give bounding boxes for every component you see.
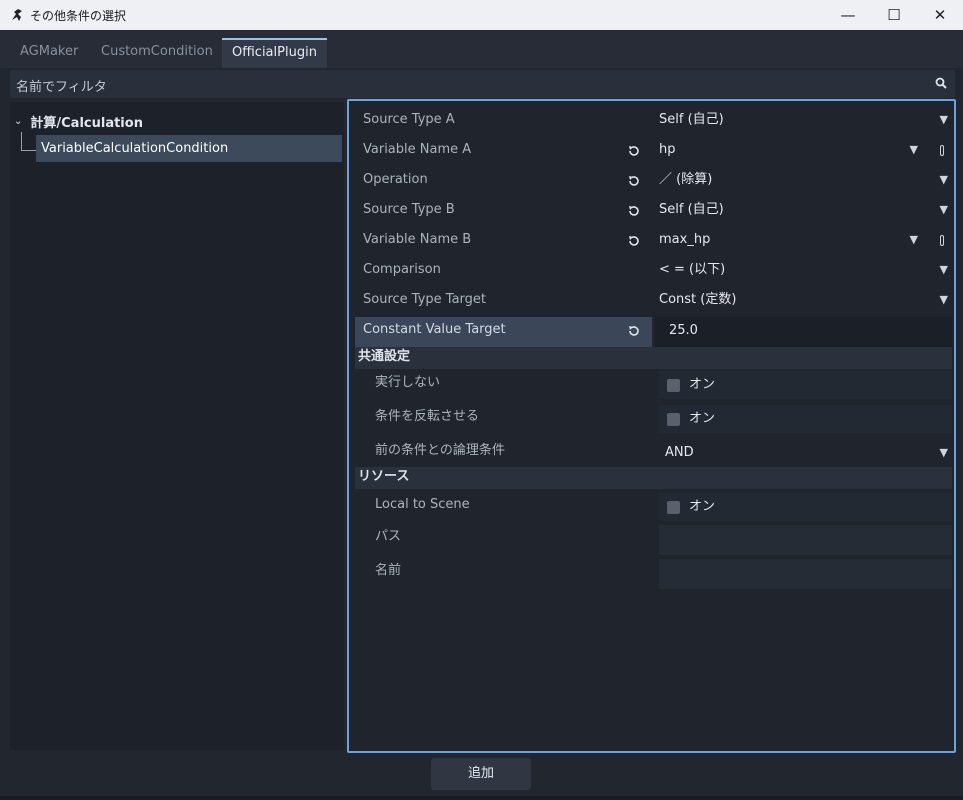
search-icon[interactable]	[935, 77, 947, 89]
close-button[interactable]: ✕	[917, 0, 963, 30]
filter-placeholder: 名前でフィルタ	[16, 80, 107, 95]
source-type-a-select[interactable]: Self (自己) ▼	[655, 107, 952, 137]
add-button[interactable]: 追加	[431, 758, 531, 790]
chevron-down-icon: ▼	[909, 233, 918, 246]
status-bar	[0, 796, 963, 800]
operation-select[interactable]: ／ (除算) ▼	[655, 167, 952, 197]
section-resource[interactable]: リソース	[355, 467, 952, 489]
chevron-down-icon: ▼	[939, 263, 948, 276]
prop-constant-value-target: Constant Value Target 25.0	[355, 317, 952, 347]
prop-no-execute: 実行しない オン	[355, 371, 952, 401]
local-to-scene-checkbox[interactable]: オン	[659, 493, 952, 521]
section-common-settings[interactable]: 共通設定	[355, 347, 952, 369]
tree-connector	[21, 150, 37, 151]
source-type-target-select[interactable]: Const (定数) ▼	[655, 287, 952, 317]
prop-label: Operation	[363, 172, 428, 187]
prop-label: Comparison	[363, 262, 441, 277]
constant-value-target-input[interactable]: 25.0	[655, 317, 952, 347]
revert-icon[interactable]	[627, 234, 641, 248]
prop-source-type-target: Source Type Target Const (定数) ▼	[355, 287, 952, 317]
source-type-b-select[interactable]: Self (自己) ▼	[655, 197, 952, 227]
tree-root-label: 計算/Calculation	[30, 116, 143, 131]
no-execute-checkbox[interactable]: オン	[659, 371, 952, 399]
chevron-down-icon: ▼	[939, 446, 948, 459]
logic-condition-select[interactable]: AND ▼	[659, 439, 952, 467]
prop-label: 前の条件との論理条件	[375, 443, 505, 458]
prop-label: パス	[375, 529, 402, 544]
tab-agmaker[interactable]: AGMaker	[10, 38, 88, 68]
prop-label: Constant Value Target	[355, 317, 652, 347]
prop-label: Variable Name B	[363, 232, 472, 247]
filter-input[interactable]: 名前でフィルタ	[10, 70, 955, 98]
pin-icon[interactable]	[940, 145, 944, 156]
prop-local-to-scene: Local to Scene オン	[355, 493, 952, 523]
tree-item-variablecalculationcondition[interactable]: VariableCalculationCondition	[36, 135, 342, 162]
tree-root-calculation[interactable]: ⌄ 計算/Calculation	[14, 112, 143, 131]
prop-name: 名前	[355, 559, 952, 589]
comparison-select[interactable]: < = (以下) ▼	[655, 257, 952, 287]
prop-label: Local to Scene	[375, 497, 470, 512]
prop-label: Source Type A	[363, 112, 455, 127]
prop-variable-name-b: Variable Name B max_hp ▼	[355, 227, 952, 257]
app-logo-icon	[10, 8, 24, 22]
tab-customcondition[interactable]: CustomCondition	[91, 38, 223, 68]
checkbox-icon	[667, 413, 680, 426]
prop-label: 条件を反転させる	[375, 409, 480, 424]
prop-path: パス	[355, 525, 952, 555]
prop-source-type-a: Source Type A Self (自己) ▼	[355, 107, 952, 137]
variable-name-b-select[interactable]: max_hp ▼	[655, 227, 952, 257]
chevron-down-icon: ▼	[909, 143, 918, 156]
maximize-button[interactable]: ☐	[871, 0, 917, 30]
prop-logic-condition: 前の条件との論理条件 AND ▼	[355, 439, 952, 469]
prop-label: Source Type Target	[363, 292, 486, 307]
condition-tree: ⌄ 計算/Calculation VariableCalculationCond…	[10, 102, 344, 750]
prop-source-type-b: Source Type B Self (自己) ▼	[355, 197, 952, 227]
revert-icon[interactable]	[627, 144, 641, 158]
prop-variable-name-a: Variable Name A hp ▼	[355, 137, 952, 167]
minimize-button[interactable]: —	[825, 0, 871, 30]
chevron-down-icon[interactable]: ⌄	[14, 116, 22, 127]
revert-icon[interactable]	[627, 324, 641, 338]
path-input[interactable]	[659, 525, 952, 555]
prop-label: Variable Name A	[363, 142, 472, 157]
tree-connector	[21, 132, 22, 150]
prop-label: 名前	[375, 563, 402, 578]
window-controls: — ☐ ✕	[825, 0, 963, 30]
revert-icon[interactable]	[627, 204, 641, 218]
chevron-down-icon: ▼	[939, 113, 948, 126]
window-title: その他条件の選択	[30, 8, 127, 23]
name-input[interactable]	[659, 559, 952, 589]
chevron-down-icon: ▼	[939, 173, 948, 186]
property-inspector: Source Type A Self (自己) ▼ Variable Name …	[347, 99, 956, 753]
prop-label: 実行しない	[375, 375, 441, 390]
chevron-down-icon: ▼	[939, 293, 948, 306]
checkbox-icon	[667, 501, 680, 514]
chevron-down-icon: ▼	[939, 203, 948, 216]
prop-invert-condition: 条件を反転させる オン	[355, 405, 952, 435]
variable-name-a-select[interactable]: hp ▼	[655, 137, 952, 167]
pin-icon[interactable]	[940, 235, 944, 246]
checkbox-icon	[667, 379, 680, 392]
tab-officialplugin[interactable]: OfficialPlugin	[222, 38, 327, 68]
title-bar: その他条件の選択 — ☐ ✕	[0, 0, 963, 30]
prop-label: Source Type B	[363, 202, 455, 217]
prop-comparison: Comparison < = (以下) ▼	[355, 257, 952, 287]
tab-bar: AGMaker CustomCondition OfficialPlugin	[0, 30, 963, 68]
revert-icon[interactable]	[627, 174, 641, 188]
invert-checkbox[interactable]: オン	[659, 405, 952, 433]
prop-operation: Operation ／ (除算) ▼	[355, 167, 952, 197]
